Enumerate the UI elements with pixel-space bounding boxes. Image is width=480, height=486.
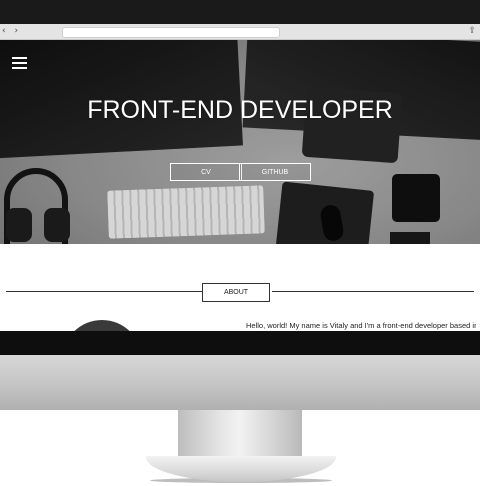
monitor-chin <box>0 355 480 410</box>
browser-toolbar: ‹ › ⇪ <box>0 24 480 40</box>
monitor-bottom-bezel <box>0 331 480 355</box>
monitor-top-bezel <box>0 0 480 24</box>
share-icon[interactable]: ⇪ <box>468 25 476 38</box>
address-bar[interactable] <box>62 27 280 38</box>
about-divider-right <box>272 291 474 292</box>
hero-overlay <box>0 40 480 244</box>
about-button[interactable]: ABOUT <box>202 283 270 302</box>
about-divider-left <box>6 291 202 292</box>
hero-banner <box>0 40 480 244</box>
hamburger-menu-icon[interactable] <box>12 57 27 69</box>
about-intro-text: Hello, world! My name is Vitaly and I'm … <box>246 321 476 330</box>
browser-nav-arrows[interactable]: ‹ › <box>2 25 21 38</box>
github-button[interactable]: GITHUB <box>239 163 311 181</box>
cv-button[interactable]: CV <box>170 163 242 181</box>
hero-title: FRONT-END DEVELOPER <box>87 96 393 124</box>
monitor-stand-neck <box>178 410 302 456</box>
